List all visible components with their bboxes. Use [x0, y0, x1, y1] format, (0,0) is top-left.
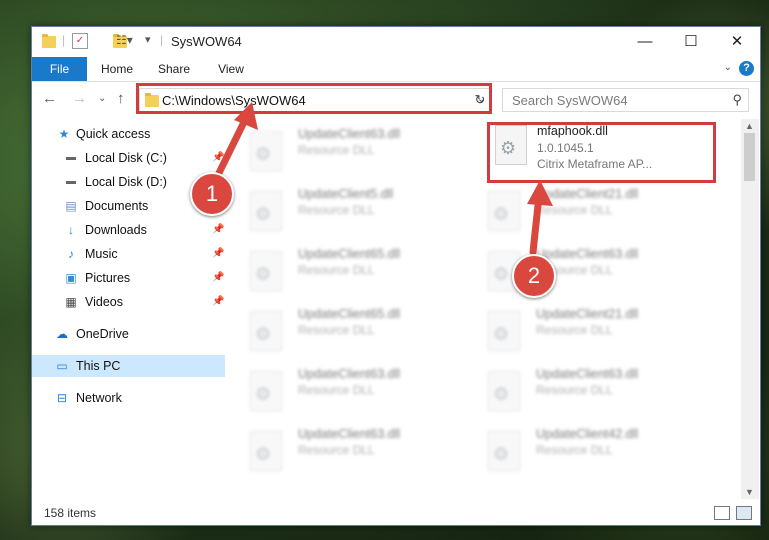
callout-2: 2 — [512, 254, 556, 298]
arrow-1-shaft — [214, 114, 250, 179]
arrow-2-head — [527, 180, 553, 206]
annotation-arrows — [214, 102, 553, 256]
callout-1: 1 — [190, 172, 234, 216]
